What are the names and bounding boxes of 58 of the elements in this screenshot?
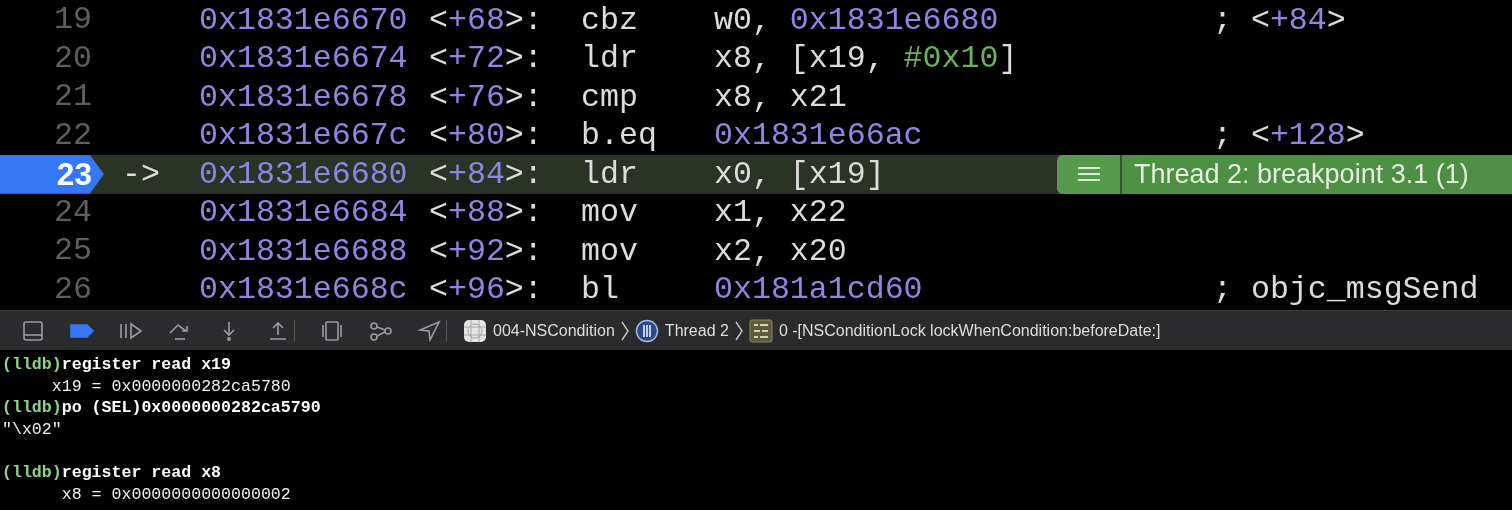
breadcrumb-item[interactable]: 004-NSCondition: [459, 318, 619, 343]
operands: w0, 0x1831e6680: [714, 2, 999, 38]
console-prompt: (lldb): [2, 355, 62, 374]
instruction-address: 0x1831e6684: [199, 195, 409, 231]
app-icon: [463, 318, 487, 343]
operands: x1, x22: [714, 195, 847, 231]
comment: ; <+128>: [1213, 118, 1365, 154]
instruction-offset: <+72>:: [429, 41, 544, 77]
operands: x8, [x19, #0x10]: [714, 41, 1018, 77]
instruction-address: 0x1831e6678: [199, 79, 409, 115]
instruction-offset: <+68>:: [429, 2, 544, 38]
instruction-address: 0x1831e6688: [199, 233, 409, 269]
breakpoint-label: Thread 2: breakpoint 3.1 (1): [1133, 158, 1469, 191]
operands: x2, x20: [714, 233, 847, 269]
console-prompt: (lldb): [2, 462, 62, 482]
breadcrumb-item[interactable]: Thread 2: [630, 318, 733, 343]
instruction-offset: <+76>:: [429, 79, 544, 115]
instruction-address: 0x1831e6680: [199, 156, 409, 192]
stack-frame-icon: [748, 318, 773, 343]
operands: 0x1831e66ac: [714, 118, 923, 154]
operands: 0x181a1cd60: [714, 272, 923, 308]
instruction-pointer: ->: [122, 156, 160, 192]
graph-icon: [367, 319, 394, 342]
comment: ; <+84>: [1213, 2, 1346, 38]
line-number: 23: [0, 155, 104, 194]
location-arrow-icon: [416, 319, 443, 342]
instruction-address: 0x1831e6670: [199, 2, 409, 38]
instruction-address: 0x1831e667c: [199, 118, 409, 154]
instruction-offset: <+92>:: [429, 233, 544, 269]
instruction-offset: <+88>:: [429, 195, 544, 231]
chevron-icon: [620, 320, 629, 341]
breadcrumb-item[interactable]: 0 -[NSConditionLock lockWhenCondition:beforeDate:]: [744, 318, 1165, 343]
operands: x8, x21: [714, 79, 847, 115]
thread-icon: [634, 318, 659, 343]
console-output: x8 = 0x0000000000000002: [60, 484, 291, 504]
mnemonic: bl: [581, 272, 620, 308]
instruction-offset: <+96>:: [429, 272, 544, 308]
mnemonic: ldr: [581, 41, 639, 77]
mnemonic: cbz: [581, 2, 639, 38]
instruction-offset: <+80>:: [429, 118, 544, 154]
console-command: po (SEL)0x0000000282ca5790: [61, 398, 321, 418]
console-prompt: (lldb): [2, 398, 62, 418]
mnemonic: mov: [581, 195, 639, 231]
menu-icon[interactable]: [1057, 155, 1122, 194]
mnemonic: b.eq: [581, 118, 658, 154]
instruction-address: 0x1831e6674: [199, 41, 409, 77]
mnemonic: ldr: [581, 156, 639, 192]
instruction-address: 0x1831e668c: [199, 272, 409, 308]
console-command: register read x8: [61, 462, 222, 482]
console-output: x19 = 0x0000000282ca5780: [50, 376, 291, 396]
chevron-icon: [734, 320, 743, 341]
comment: ; objc_msgSend: [1213, 272, 1479, 308]
operands: x0, [x19]: [714, 156, 885, 192]
mnemonic: cmp: [581, 79, 639, 115]
mnemonic: mov: [581, 233, 639, 269]
instruction-offset: <+84>:: [429, 156, 544, 192]
console-output: "\x02": [2, 419, 62, 439]
console-command: register read x19: [61, 355, 232, 374]
